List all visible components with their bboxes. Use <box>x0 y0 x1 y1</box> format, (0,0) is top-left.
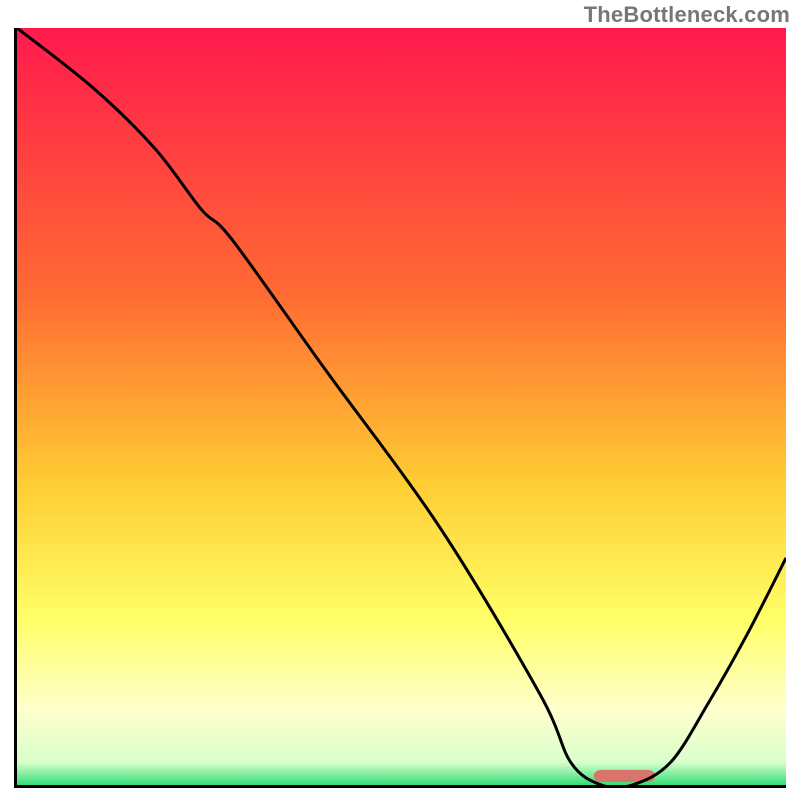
plot-svg <box>17 28 786 785</box>
attribution-text: TheBottleneck.com <box>584 2 790 28</box>
gradient-background <box>17 28 786 785</box>
plot-area <box>14 28 786 788</box>
chart-frame: TheBottleneck.com <box>0 0 800 800</box>
